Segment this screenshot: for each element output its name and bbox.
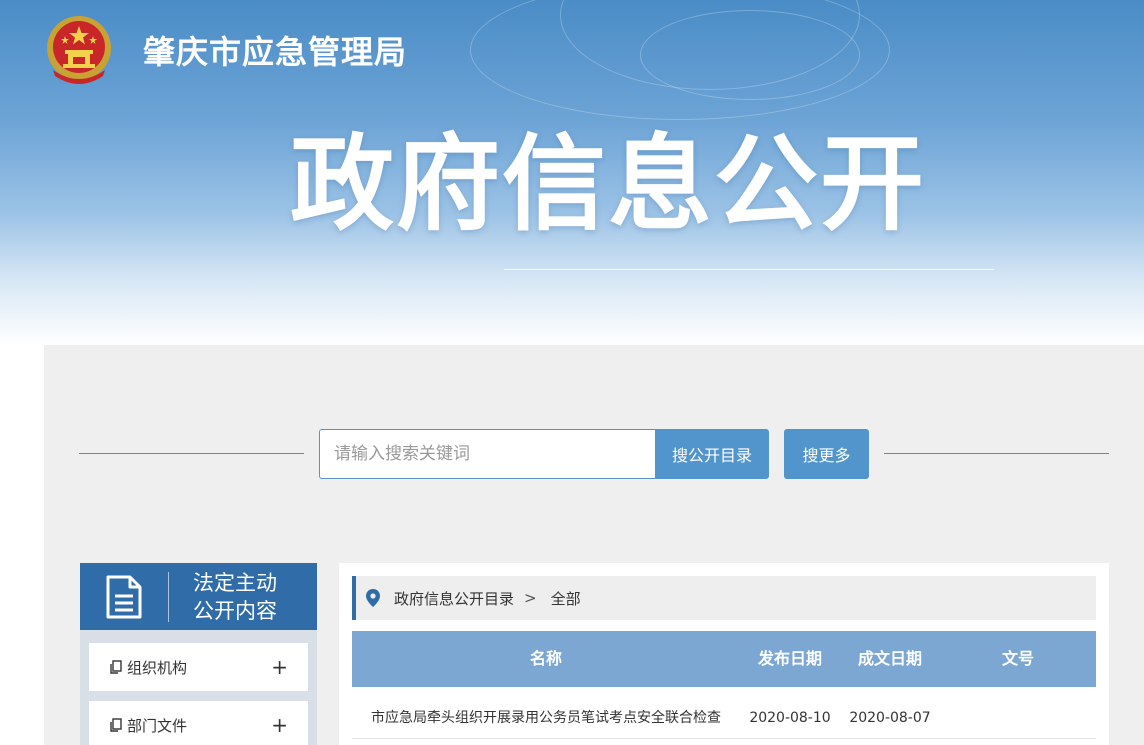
- sidebar-item-department-files[interactable]: 部门文件 +: [89, 701, 308, 745]
- sidebar-header-line1: 法定主动: [193, 570, 277, 595]
- sidebar-header-title: 法定主动 公开内容: [169, 569, 277, 625]
- page-title: 政府信息公开: [290, 123, 927, 245]
- column-header-doc-number: 文号: [1001, 649, 1034, 668]
- copy-icon: [109, 660, 123, 674]
- site-title[interactable]: 肇庆市应急管理局: [143, 30, 407, 74]
- sidebar-header: 法定主动 公开内容: [80, 563, 317, 630]
- search-input[interactable]: [319, 429, 656, 479]
- search-divider-right: [884, 453, 1109, 454]
- location-pin-icon: [366, 589, 380, 607]
- column-header-published: 发布日期: [757, 649, 822, 668]
- sidebar-item-label: 组织机构: [127, 658, 188, 677]
- document-icon: [80, 563, 168, 630]
- breadcrumb-root-link[interactable]: 政府信息公开目录: [394, 588, 514, 609]
- title-underline: [504, 269, 994, 270]
- row-title-link[interactable]: 市应急局牵头组织开展录用公务员笔试考点安全联合检查: [352, 697, 740, 739]
- sidebar-item-label: 部门文件: [127, 716, 188, 735]
- national-emblem-icon: [45, 14, 113, 86]
- table-header: 名称 发布日期 成文日期 文号: [352, 631, 1096, 687]
- breadcrumb: 政府信息公开目录 > 全部: [352, 576, 1096, 620]
- column-header-written: 成文日期: [857, 649, 922, 668]
- banner-decoration: [640, 10, 860, 100]
- expand-plus-icon[interactable]: +: [271, 657, 288, 677]
- breadcrumb-separator: >: [524, 589, 537, 607]
- search-more-button[interactable]: 搜更多: [784, 429, 869, 479]
- sidebar-header-line2: 公开内容: [193, 598, 277, 623]
- column-header-name: 名称: [529, 649, 562, 668]
- search-divider-left: [79, 453, 304, 454]
- copy-icon: [109, 718, 123, 732]
- row-published-date: 2020-08-10: [749, 710, 831, 726]
- table-row[interactable]: 市应急局牵头组织开展录用公务员笔试考点安全联合检查 2020-08-10 202…: [352, 697, 1096, 739]
- breadcrumb-current: 全部: [550, 589, 581, 608]
- header-banner: 肇庆市应急管理局 政府信息公开: [0, 0, 1144, 345]
- sidebar-item-organization[interactable]: 组织机构 +: [89, 643, 308, 691]
- search-catalog-button[interactable]: 搜公开目录: [655, 429, 769, 479]
- row-written-date: 2020-08-07: [849, 710, 931, 726]
- expand-plus-icon[interactable]: +: [271, 715, 288, 735]
